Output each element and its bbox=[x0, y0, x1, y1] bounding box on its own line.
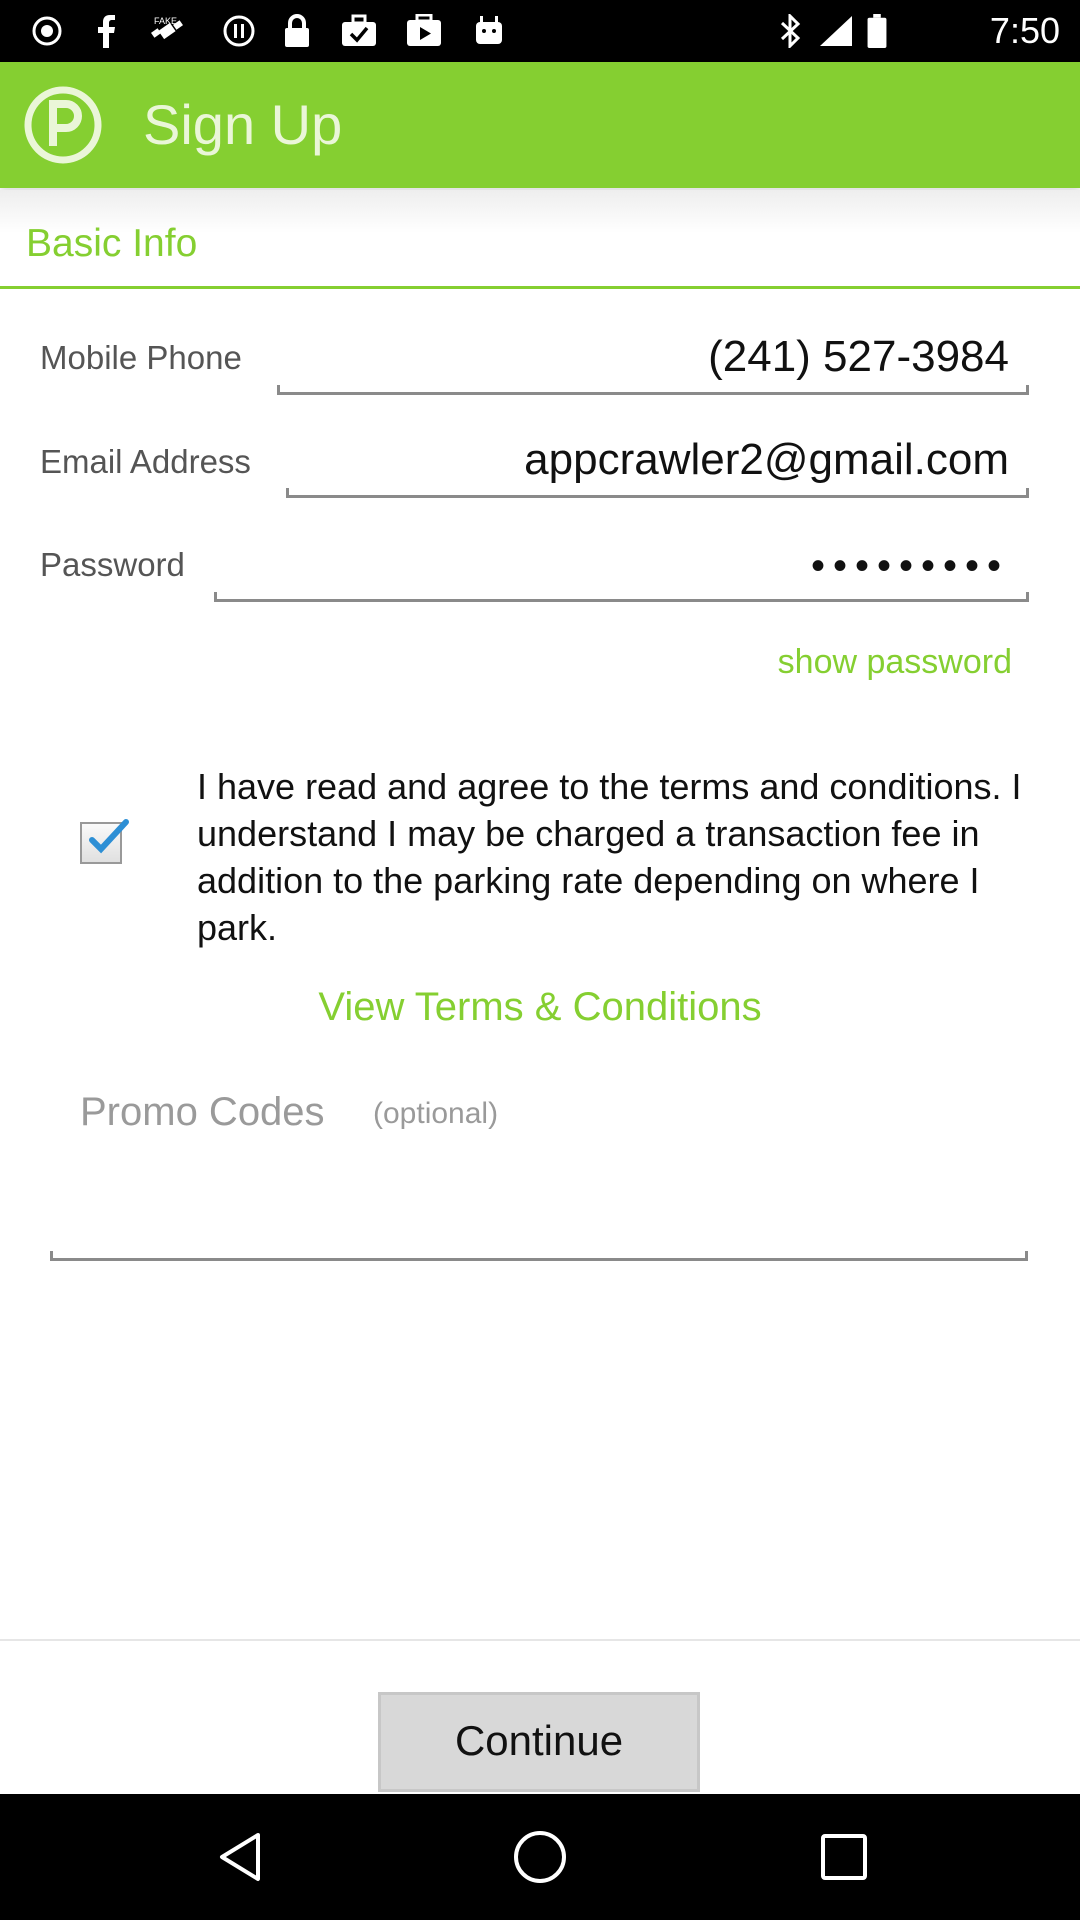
recents-icon[interactable] bbox=[814, 1827, 874, 1887]
checkmark-icon bbox=[89, 819, 129, 854]
android-icon bbox=[476, 16, 502, 44]
navigation-bar bbox=[0, 1794, 1080, 1920]
battery-icon bbox=[867, 14, 887, 48]
lock-icon bbox=[285, 14, 309, 47]
section-title: Basic Info bbox=[26, 222, 198, 265]
divider bbox=[0, 1639, 1080, 1641]
record-icon bbox=[32, 16, 62, 46]
continue-button[interactable]: Continue bbox=[378, 1692, 700, 1792]
briefcase-check-icon bbox=[342, 14, 376, 46]
mobile-phone-field[interactable]: (241) 527-3984 bbox=[277, 332, 1029, 395]
password-label: Password bbox=[40, 546, 185, 583]
section-header: Basic Info bbox=[0, 190, 1080, 289]
view-terms-link[interactable]: View Terms & Conditions bbox=[0, 985, 1080, 1030]
home-icon[interactable] bbox=[510, 1827, 570, 1887]
mobile-phone-value: (241) 527-3984 bbox=[708, 332, 1009, 381]
promo-code-input[interactable] bbox=[50, 1202, 1028, 1261]
back-icon[interactable] bbox=[210, 1827, 270, 1887]
bluetooth-icon bbox=[780, 14, 801, 48]
show-password-link[interactable]: show password bbox=[778, 643, 1012, 682]
signal-icon bbox=[820, 16, 852, 46]
email-value: appcrawler2@gmail.com bbox=[524, 435, 1009, 484]
page-title: Sign Up bbox=[143, 93, 343, 156]
terms-checkbox[interactable] bbox=[80, 819, 129, 864]
svg-text:FAKE: FAKE bbox=[154, 16, 177, 26]
promo-codes-label: Promo Codes bbox=[80, 1090, 325, 1134]
sync-icon bbox=[223, 15, 255, 47]
password-value: ••••••••• bbox=[810, 544, 1009, 588]
email-field[interactable]: appcrawler2@gmail.com bbox=[286, 435, 1029, 498]
terms-text: I have read and agree to the terms and c… bbox=[197, 766, 1022, 948]
mobile-phone-label: Mobile Phone bbox=[40, 339, 242, 376]
status-time: 7:50 bbox=[989, 10, 1060, 51]
action-bar: Sign Up bbox=[0, 62, 1080, 188]
status-bar: FAKE 7:50 bbox=[0, 0, 1080, 62]
facebook-icon bbox=[98, 15, 115, 48]
play-store-icon bbox=[407, 14, 441, 46]
email-address-label: Email Address bbox=[40, 443, 251, 480]
parking-p-logo-icon[interactable] bbox=[24, 86, 102, 164]
promo-optional-label: (optional) bbox=[373, 1097, 499, 1130]
password-field[interactable]: ••••••••• bbox=[214, 544, 1029, 602]
fake-gps-icon: FAKE bbox=[151, 16, 183, 40]
